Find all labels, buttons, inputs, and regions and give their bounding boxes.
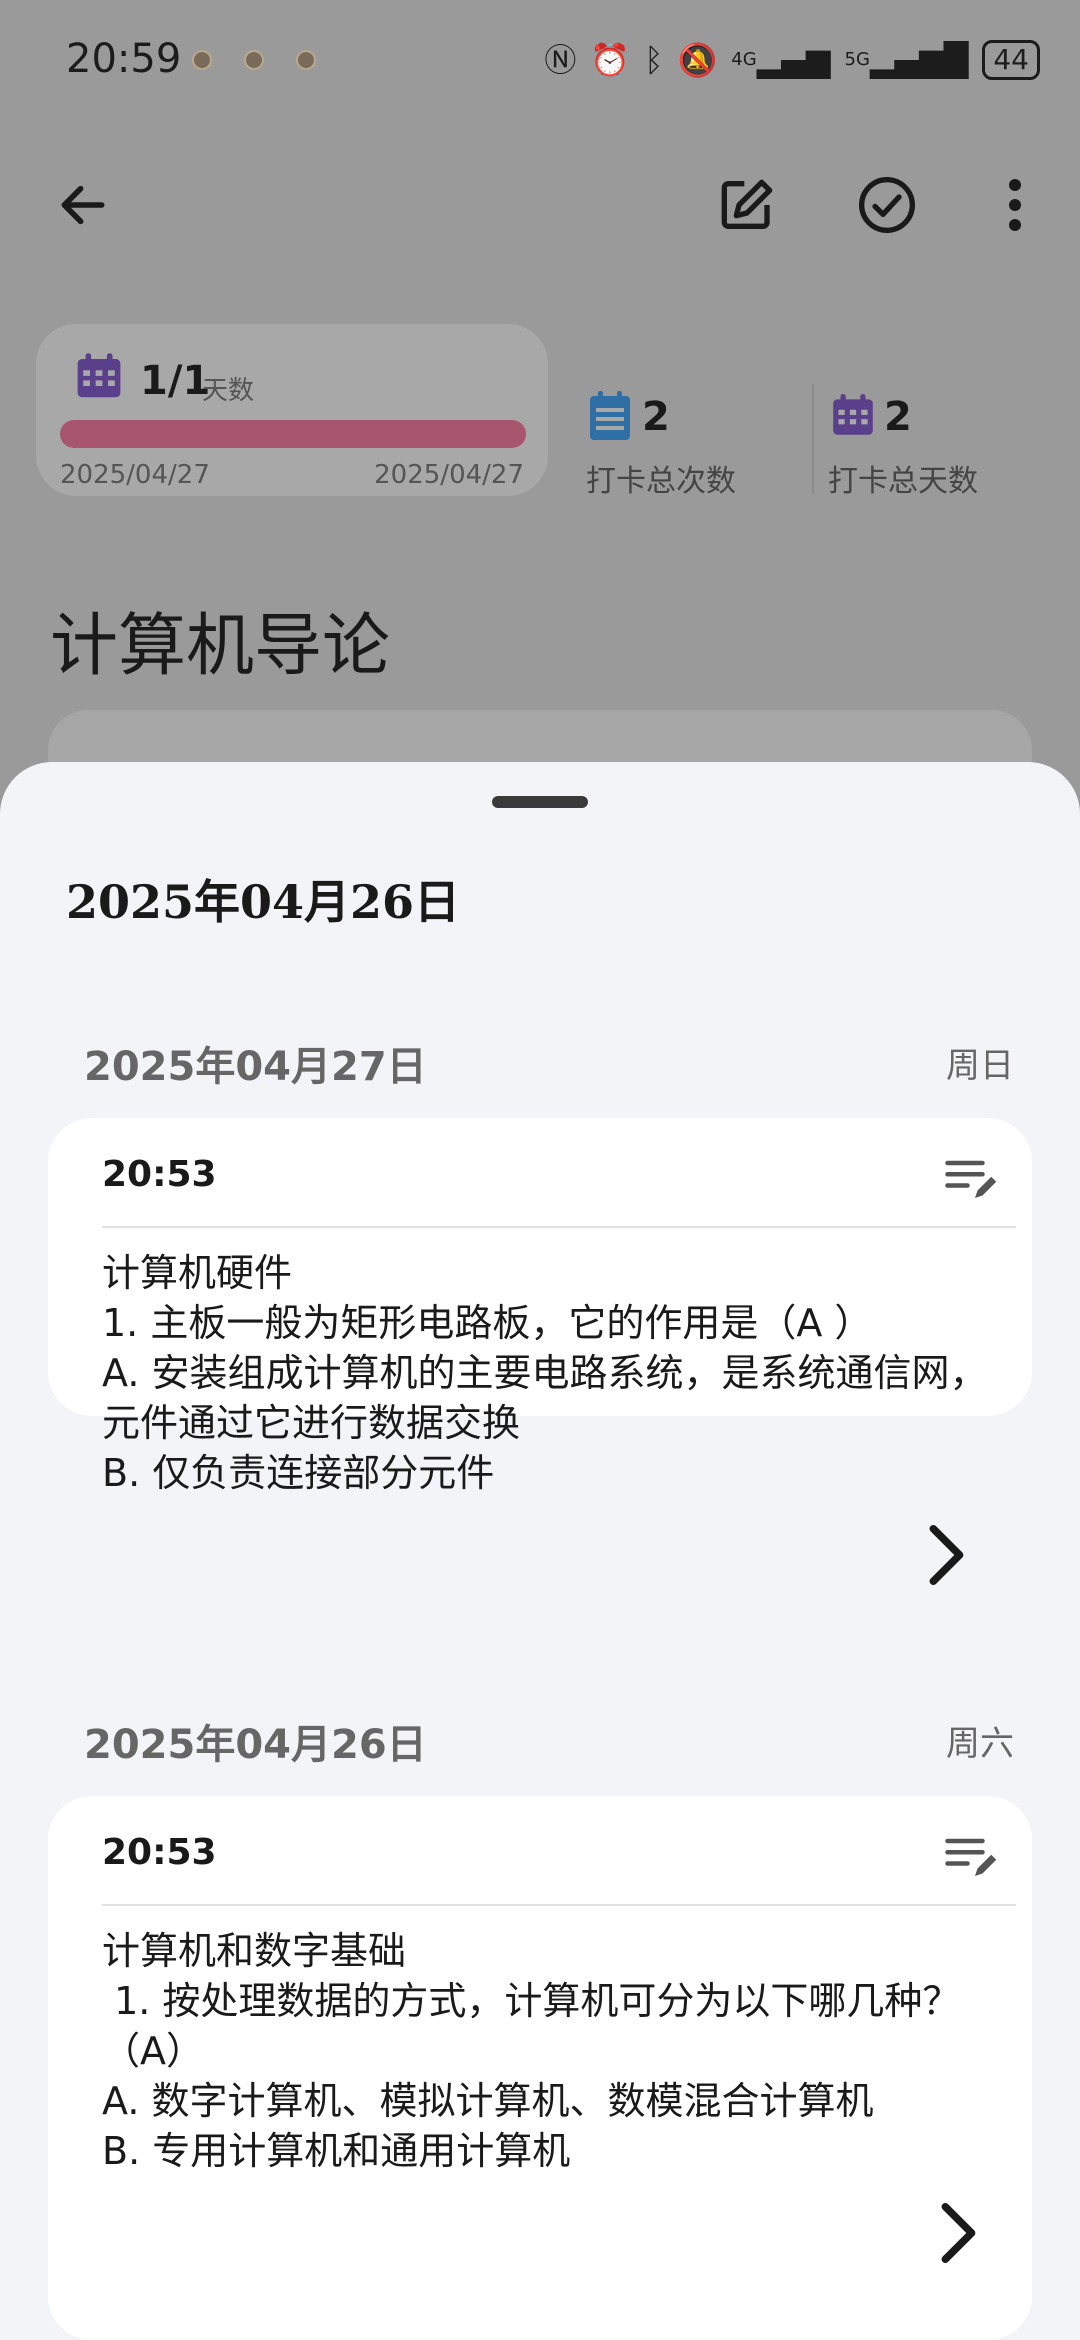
calendar-icon [833,394,873,435]
notification-icon [244,50,264,70]
checkin-count-label: 打卡总次数 [586,464,736,499]
range-end-date: 2025/04/27 [374,460,524,490]
checkin-days-value: 2 [884,394,912,440]
day-header: 2025年04月27日 周日 [84,1034,1014,1094]
bluetooth-icon: ᛒ [644,41,664,79]
check-circle-icon [859,177,915,233]
notes-edit-icon[interactable] [940,1148,1000,1208]
notification-icon [296,50,316,70]
day-header: 2025年04月26日 周六 [84,1712,1014,1772]
entry-divider [102,1226,1016,1228]
chevron-right-icon[interactable] [910,1520,980,1590]
status-bar: 20:59 Ⓝ ⏰ ᛒ 🔕 4G▂▄▆ 5G▂▄▆█ 44 [0,0,1080,120]
sheet-title: 2025年04月26日 [66,875,461,929]
range-count: 1/1 [140,358,211,404]
top-toolbar [0,160,1080,260]
notes-edit-icon[interactable] [940,1826,1000,1886]
day-weekday: 周六 [946,1724,1014,1764]
complete-button[interactable] [842,160,932,250]
nfc-icon: Ⓝ [544,41,577,79]
page-title: 计算机导论 [50,607,391,686]
range-progress-bar [60,420,526,448]
checkin-days-label: 打卡总天数 [828,464,978,499]
battery-icon: 44 [982,40,1040,80]
signal-4g-icon: 4G▂▄▆ [731,41,831,79]
entry-content: 计算机硬件 1. 主板一般为矩形电路板，它的作用是（A ） A. 安装组成计算机… [102,1251,988,1495]
signal-5g-icon: 5G▂▄▆█ [844,41,969,79]
day-weekday: 周日 [946,1046,1014,1086]
arrow-left-icon [61,185,105,225]
entry-divider [102,1904,1016,1906]
records-bottom-sheet: 2025年04月26日 2025年04月27日 周日 20:53 计算机硬件 1… [0,762,1080,2340]
sheet-drag-handle[interactable] [492,796,588,808]
day-date: 2025年04月26日 [84,1722,427,1768]
range-start-date: 2025/04/27 [60,460,210,490]
checkin-entry-card[interactable]: 20:53 计算机和数字基础 1. 按处理数据的方式，计算机可分为以下哪几种？（… [48,1796,1032,2340]
alarm-icon: ⏰ [590,41,631,79]
more-vert-icon [1009,179,1021,231]
entry-content: 计算机和数字基础 1. 按处理数据的方式，计算机可分为以下哪几种？（A） A. … [102,1929,961,2173]
edit-icon [721,179,773,229]
status-time: 20:59 [66,36,182,82]
chevron-right-icon[interactable] [922,2198,992,2268]
day-date: 2025年04月27日 [84,1044,427,1090]
more-button[interactable] [970,160,1060,250]
date-range-card[interactable]: 1/1 天数 2025/04/27 2025/04/27 [36,324,548,496]
system-icons: Ⓝ ⏰ ᛒ 🔕 4G▂▄▆ 5G▂▄▆█ 44 [544,40,1040,80]
network-label: 5G [844,49,870,70]
mute-icon: 🔕 [677,41,718,79]
network-label: 4G [731,49,757,70]
stats-row: 1/1 天数 2025/04/27 2025/04/27 2 打卡总次数 2 打… [36,324,1046,504]
list-icon [590,391,630,440]
entry-time: 20:53 [102,1154,217,1195]
entry-time: 20:53 [102,1832,217,1873]
stats-divider [812,384,814,494]
edit-button[interactable] [702,160,792,250]
notification-icons [192,50,316,70]
checkin-count-value: 2 [642,394,670,440]
back-button[interactable] [38,160,128,250]
calendar-icon [77,353,121,398]
checkin-entry-card[interactable]: 20:53 计算机硬件 1. 主板一般为矩形电路板，它的作用是（A ） A. 安… [48,1118,1032,1495]
notification-icon [192,50,212,70]
range-unit: 天数 [202,376,255,406]
